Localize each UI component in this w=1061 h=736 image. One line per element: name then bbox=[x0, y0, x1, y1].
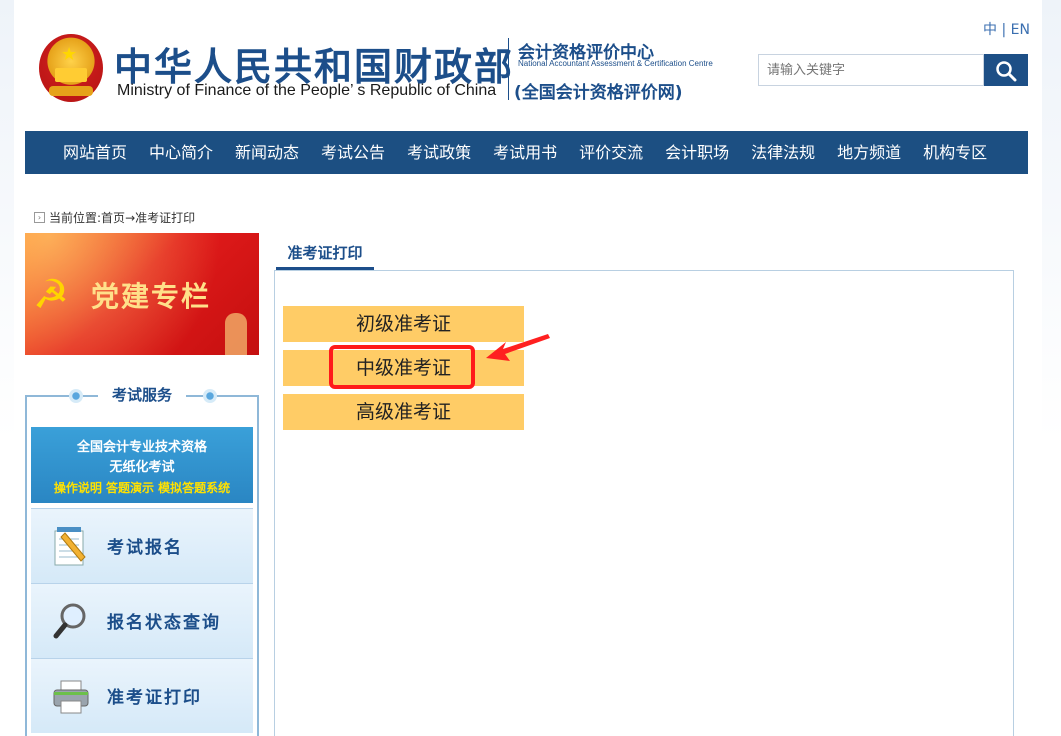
tower-icon bbox=[225, 313, 247, 355]
lang-separator: | bbox=[1001, 22, 1007, 38]
nav-news[interactable]: 新闻动态 bbox=[224, 131, 310, 174]
search-icon bbox=[996, 61, 1017, 82]
header-divider bbox=[508, 38, 509, 100]
chevron-right-icon: › bbox=[34, 212, 45, 223]
nav-about[interactable]: 中心简介 bbox=[138, 131, 224, 174]
service-item-status-query[interactable]: 报名状态查询 bbox=[31, 583, 253, 658]
service-item-label: 报名状态查询 bbox=[107, 613, 221, 633]
gear-icon bbox=[49, 86, 93, 96]
highlight-box bbox=[329, 345, 475, 389]
main-nav: 网站首页 中心简介 新闻动态 考试公告 考试政策 考试用书 评价交流 会计职场 … bbox=[25, 131, 1028, 174]
paperless-line3: 操作说明 答题演示 模拟答题系统 bbox=[53, 481, 231, 495]
breadcrumb-current: 准考证打印 bbox=[135, 211, 196, 225]
nav-exam-notice[interactable]: 考试公告 bbox=[310, 131, 396, 174]
ministry-title-en: Ministry of Finance of the People’ s Rep… bbox=[117, 82, 497, 99]
search-button[interactable] bbox=[984, 54, 1028, 86]
printer-icon bbox=[53, 680, 89, 714]
center-net-title: (全国会计资格评价网) bbox=[514, 83, 683, 103]
breadcrumb: › 当前位置: 首页 → 准考证打印 bbox=[34, 209, 195, 226]
dot-left-icon bbox=[69, 389, 83, 403]
breadcrumb-arrow: → bbox=[125, 210, 136, 225]
star-icon: ★ bbox=[61, 44, 78, 65]
paperless-line1: 全国会计专业技术资格 bbox=[76, 440, 207, 455]
national-emblem-icon: ★ bbox=[39, 34, 103, 102]
lang-en-link[interactable]: EN bbox=[1011, 22, 1030, 38]
notepad-pencil-icon bbox=[54, 527, 86, 566]
service-item-admission-print[interactable]: 准考证打印 bbox=[31, 658, 253, 733]
breadcrumb-prefix: 当前位置: bbox=[49, 211, 102, 225]
party-building-banner[interactable]: ☭ 党建专栏 bbox=[25, 233, 259, 355]
nav-institutions[interactable]: 机构专区 bbox=[912, 131, 998, 174]
dot-right-icon bbox=[203, 389, 217, 403]
tiananmen-icon bbox=[55, 68, 87, 82]
service-item-registration[interactable]: 考试报名 bbox=[31, 508, 253, 583]
service-item-label: 考试报名 bbox=[107, 538, 183, 558]
party-banner-title: 党建专栏 bbox=[91, 280, 212, 313]
paperless-exam-banner[interactable]: 全国会计专业技术资格 无纸化考试 操作说明 答题演示 模拟答题系统 bbox=[31, 427, 253, 503]
hammer-sickle-icon: ☭ bbox=[33, 272, 69, 318]
nav-local[interactable]: 地方频道 bbox=[826, 131, 912, 174]
page-container: ★ 中华人民共和国财政部 Ministry of Finance of the … bbox=[14, 0, 1042, 736]
search-input[interactable] bbox=[758, 54, 984, 86]
exam-service-title: 考试服务 bbox=[97, 383, 186, 407]
red-arrow-icon bbox=[486, 334, 550, 361]
nav-exam-books[interactable]: 考试用书 bbox=[482, 131, 568, 174]
service-item-label: 准考证打印 bbox=[107, 688, 202, 708]
senior-admission-button[interactable]: 高级准考证 bbox=[283, 394, 524, 430]
nav-exam-policy[interactable]: 考试政策 bbox=[396, 131, 482, 174]
nav-evaluation[interactable]: 评价交流 bbox=[568, 131, 654, 174]
paperless-line2: 无纸化考试 bbox=[109, 460, 175, 475]
lang-cn-link[interactable]: 中 bbox=[983, 22, 997, 38]
nav-laws[interactable]: 法律法规 bbox=[740, 131, 826, 174]
language-switch: 中 | EN bbox=[983, 19, 1030, 39]
exam-service-header: 考试服务 bbox=[25, 383, 259, 409]
breadcrumb-home[interactable]: 首页 bbox=[101, 209, 125, 226]
magnifier-icon bbox=[53, 603, 86, 639]
nav-home[interactable]: 网站首页 bbox=[52, 131, 138, 174]
nav-careers[interactable]: 会计职场 bbox=[654, 131, 740, 174]
tab-admission-print[interactable]: 准考证打印 bbox=[276, 238, 374, 270]
center-title-en: National Accountant Assessment & Certifi… bbox=[518, 59, 713, 68]
